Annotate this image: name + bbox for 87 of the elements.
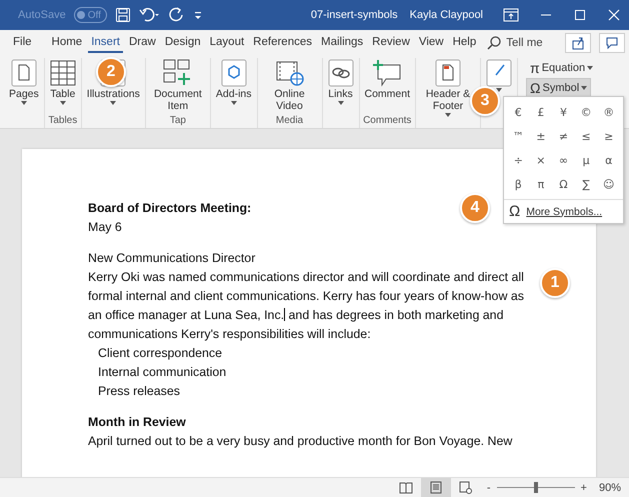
symbol-option[interactable]: ™ (507, 124, 530, 148)
undo-icon[interactable] (138, 7, 161, 23)
caret-icon (587, 66, 594, 70)
page-icon (10, 59, 37, 87)
symbol-option[interactable]: ∞ (552, 148, 575, 172)
ribbon-button[interactable]: Links (326, 58, 356, 115)
redo-icon[interactable] (168, 7, 185, 23)
symbol-option[interactable]: ® (597, 100, 620, 124)
ribbon-tab[interactable]: View (416, 32, 447, 52)
ribbon-button[interactable]: Online Video (260, 58, 318, 115)
view-button[interactable] (420, 478, 451, 497)
ribbon-tab[interactable]: File (10, 32, 35, 52)
group-label: Media (276, 115, 304, 128)
more-symbols-item[interactable]: Ω More Symbols... (504, 199, 623, 223)
symbol-button[interactable]: Ω Symbol (526, 78, 592, 98)
body-paragraph: Kerry Oki was named communications director and will coordinate and direct all formal internal and client communications. Kerry has four years of know-how as an office manager at Luna Sea, Inc. and has degrees in both marketing and communications Kerry's responsibilities will include: (88, 269, 525, 343)
symbol-option[interactable]: ¥ (552, 100, 575, 124)
ribbon-tab[interactable]: Insert (88, 32, 123, 52)
comments-button[interactable] (599, 32, 625, 52)
ribbon-button[interactable]: Document Item (148, 58, 207, 115)
web-layout-icon (459, 481, 472, 494)
user-name[interactable]: Kayla Claypool (410, 9, 483, 21)
comment-icon (372, 59, 402, 87)
ribbon-button[interactable]: Pages (7, 58, 41, 115)
ribbon-button[interactable]: Comment (362, 58, 412, 115)
list-item: Press releases (97, 383, 180, 400)
symbol-option[interactable]: € (507, 100, 530, 124)
list-item: Client correspondence (97, 345, 222, 362)
link-icon (328, 59, 354, 87)
group-label: Comments (363, 115, 412, 128)
video-icon (276, 59, 304, 87)
symbol-option[interactable]: Ω (552, 172, 575, 196)
symbol-option[interactable]: ≠ (552, 124, 575, 148)
symbol-option[interactable]: ☺ (597, 172, 620, 196)
heading-text: Board of Directors Meeting: (88, 200, 252, 217)
header-icon (435, 59, 462, 87)
heading-text: Month in Review (88, 414, 186, 431)
symbol-option[interactable]: α (597, 148, 620, 172)
symbol-option[interactable]: ∑ (574, 172, 598, 196)
body-text: New Communications Director (88, 250, 256, 267)
comment-icon (605, 36, 619, 50)
zoom-out-button[interactable]: - (486, 482, 491, 494)
text-box-icon (486, 59, 512, 87)
autosave-label: AutoSave (18, 9, 66, 21)
ribbon-tab[interactable]: Layout (206, 32, 248, 52)
equation-button[interactable]: π Equation (526, 58, 598, 78)
book-icon (398, 482, 413, 494)
symbol-option[interactable]: © (574, 100, 598, 124)
symbol-option[interactable]: π (530, 172, 552, 196)
list-item: Internal communication (97, 364, 226, 381)
share-button[interactable] (565, 32, 591, 52)
zoom-in-button[interactable]: + (580, 482, 587, 494)
zoom-slider-thumb[interactable] (534, 482, 538, 493)
ribbon-display-icon[interactable] (503, 8, 519, 22)
ribbon-tab[interactable]: Draw (126, 32, 159, 52)
close-icon[interactable] (607, 8, 621, 22)
save-icon[interactable] (114, 7, 131, 23)
table-icon (50, 59, 76, 87)
document-item-icon (162, 59, 193, 87)
ribbon-tab[interactable]: Review (369, 32, 413, 52)
symbol-option[interactable]: ± (530, 124, 552, 148)
ribbon-tab[interactable]: Design (162, 32, 204, 52)
ribbon-tab[interactable]: Home (48, 32, 86, 52)
symbol-option[interactable]: β (507, 172, 530, 196)
group-label: Tap (170, 115, 186, 128)
search-icon[interactable] (486, 34, 502, 50)
symbol-option[interactable]: ≥ (597, 124, 620, 148)
page-icon (430, 481, 442, 494)
ribbon-tab[interactable]: References (250, 32, 315, 52)
caret-icon (581, 86, 588, 90)
share-icon (571, 36, 585, 50)
zoom-level[interactable]: 90% (598, 482, 621, 494)
symbol-option[interactable]: ≤ (574, 124, 598, 148)
symbol-option[interactable]: £ (530, 100, 552, 124)
group-label: Tables (48, 115, 78, 128)
document-title: 07-insert-symbols (310, 9, 398, 21)
body-text: May 6 (88, 219, 122, 236)
symbol-option[interactable]: × (530, 148, 552, 172)
symbol-option[interactable]: ÷ (507, 148, 530, 172)
tell-me-field[interactable]: Tell me (506, 36, 543, 48)
symbol-option[interactable]: µ (574, 148, 598, 172)
body-text: April turned out to be a very busy and productive month for Bon Voyage. New (88, 433, 512, 450)
ribbon-button[interactable]: Table (48, 58, 78, 115)
ribbon-button[interactable]: Add-ins (214, 58, 254, 115)
maximize-icon[interactable] (573, 8, 587, 22)
ribbon-tab[interactable]: Help (450, 32, 480, 52)
ribbon-tab[interactable]: Mailings (318, 32, 366, 52)
